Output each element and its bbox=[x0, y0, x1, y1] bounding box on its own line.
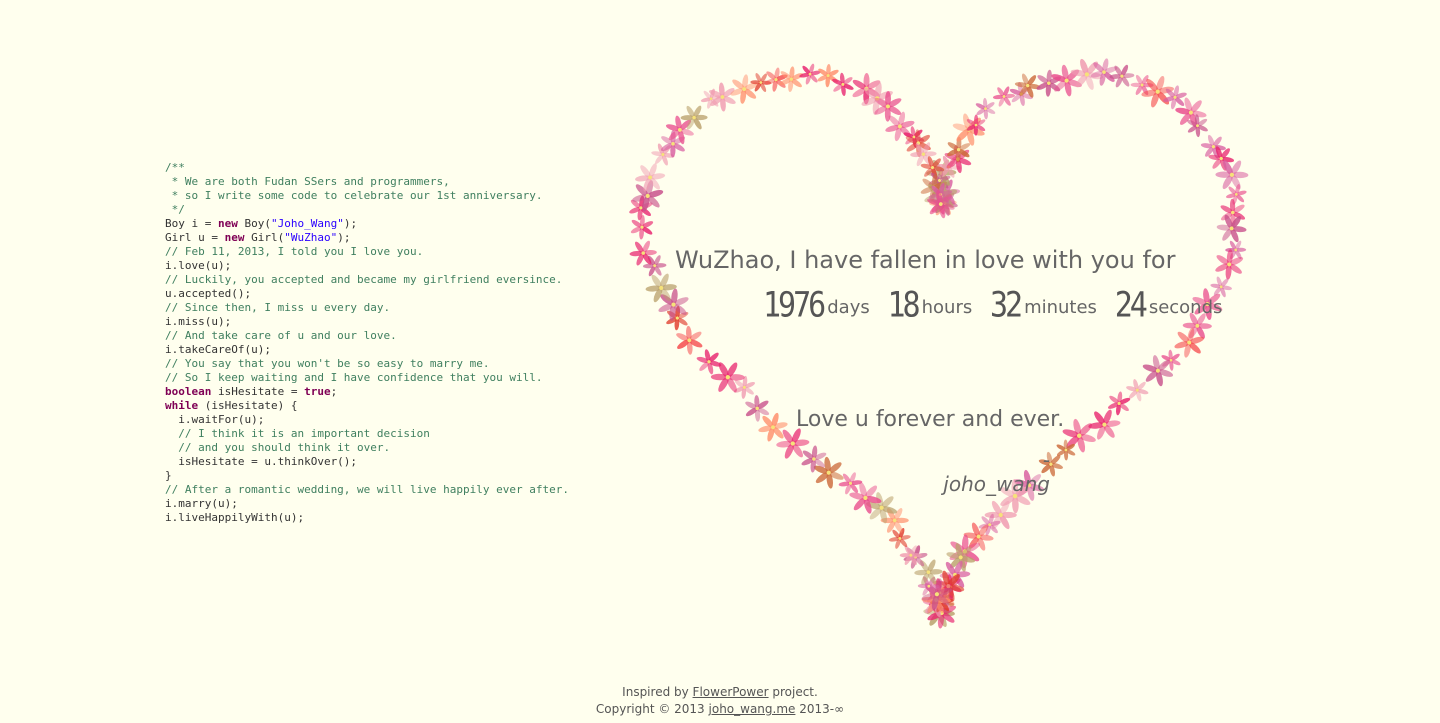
flower bbox=[696, 349, 722, 375]
code-token: Girl u = bbox=[165, 231, 225, 244]
code-token: new bbox=[217, 217, 238, 230]
code-token: ); bbox=[343, 217, 358, 230]
code-line: /** bbox=[165, 161, 569, 175]
code-token: } bbox=[165, 469, 172, 482]
love-message: WuZhao, I have fallen in love with you f… bbox=[675, 240, 1235, 326]
hours-value: 18 bbox=[887, 285, 920, 326]
code-line: // Luckily, you accepted and became my g… bbox=[165, 273, 569, 287]
code-line: i.love(u); bbox=[165, 259, 569, 273]
code-line: } bbox=[165, 469, 569, 483]
code-token: i.marry(u); bbox=[165, 497, 238, 510]
code-token: boolean bbox=[165, 385, 212, 398]
code-line: Boy i = new Boy("Joho_Wang"); bbox=[165, 217, 569, 231]
code-token: ); bbox=[337, 231, 351, 244]
code-line: // Since then, I miss u every day. bbox=[165, 301, 569, 315]
code-line: i.marry(u); bbox=[165, 497, 569, 511]
inspired-suffix: project. bbox=[768, 685, 818, 699]
days-value: 1976 bbox=[763, 285, 826, 326]
code-line: * We are both Fudan SSers and programmer… bbox=[165, 175, 569, 189]
author-signature: - joho_wang bbox=[943, 448, 1050, 496]
footer-copyright: Copyright © 2013 joho_wang.me 2013-∞ bbox=[0, 701, 1440, 718]
code-line: // I think it is an important decision bbox=[165, 427, 569, 441]
code-token: Girl( bbox=[244, 231, 285, 244]
code-line: i.takeCareOf(u); bbox=[165, 343, 569, 357]
code-token: i.waitFor(u); bbox=[165, 413, 265, 426]
code-token: isHesitate = bbox=[211, 385, 305, 398]
code-line: // Feb 11, 2013, I told you I love you. bbox=[165, 245, 569, 259]
seconds-value: 24 bbox=[1114, 285, 1148, 326]
copyright-prefix: Copyright © 2013 bbox=[595, 702, 709, 716]
code-token: Boy( bbox=[237, 217, 271, 230]
code-token: // And take care of u and our love. bbox=[165, 329, 397, 342]
code-line: */ bbox=[165, 203, 569, 217]
inspired-prefix: Inspired by bbox=[622, 685, 693, 699]
elapsed-clock: 1976 days 18 hours 32 minutes 24 seconds bbox=[675, 285, 1235, 326]
flowerpower-link[interactable]: FlowerPower bbox=[693, 685, 769, 699]
code-token: "WuZhao" bbox=[284, 231, 338, 244]
code-token: // and you should think it over. bbox=[165, 441, 391, 454]
code-token: true bbox=[304, 385, 331, 398]
code-token: i.miss(u); bbox=[165, 315, 232, 328]
code-line: // and you should think it over. bbox=[165, 441, 569, 455]
code-line: u.accepted(); bbox=[165, 287, 569, 301]
code-token: // After a romantic wedding, we will liv… bbox=[165, 483, 569, 496]
code-token: * We are both Fudan SSers and programmer… bbox=[165, 175, 450, 188]
copyright-suffix: 2013-∞ bbox=[795, 702, 845, 716]
code-line: i.miss(u); bbox=[165, 315, 569, 329]
code-token: i.takeCareOf(u); bbox=[165, 343, 271, 356]
code-token: */ bbox=[165, 203, 185, 216]
code-line: while (isHesitate) { bbox=[165, 399, 569, 413]
footer: Inspired by FlowerPower project. Copyrig… bbox=[0, 684, 1440, 718]
code-token: // I think it is an important decision bbox=[165, 427, 430, 440]
code-token: /** bbox=[165, 161, 185, 174]
code-token: // You say that you won't be so easy to … bbox=[165, 357, 490, 370]
code-token: // Feb 11, 2013, I told you I love you. bbox=[165, 245, 424, 258]
code-line: isHesitate = u.thinkOver(); bbox=[165, 455, 569, 469]
code-token: "Joho_Wang" bbox=[270, 217, 344, 230]
code-token: u.accepted(); bbox=[165, 287, 252, 300]
code-line: Girl u = new Girl("WuZhao"); bbox=[165, 231, 569, 245]
code-token: Boy i = bbox=[165, 217, 218, 230]
code-line: boolean isHesitate = true; bbox=[165, 385, 569, 399]
code-token: ; bbox=[330, 385, 338, 398]
flower bbox=[838, 472, 863, 495]
love-forever-text: Love u forever and ever. bbox=[796, 407, 1065, 432]
code-token: isHesitate = u.thinkOver(); bbox=[165, 455, 358, 468]
code-block: /** * We are both Fudan SSers and progra… bbox=[165, 161, 569, 525]
hours-label: hours bbox=[921, 297, 973, 318]
love-line: WuZhao, I have fallen in love with you f… bbox=[675, 246, 1176, 274]
code-line: // So I keep waiting and I have confiden… bbox=[165, 371, 569, 385]
flower-heart bbox=[629, 58, 1249, 629]
code-token: // Luckily, you accepted and became my g… bbox=[165, 273, 563, 286]
code-token: new bbox=[224, 231, 245, 244]
code-token: i.love(u); bbox=[165, 259, 232, 272]
code-line: // After a romantic wedding, we will liv… bbox=[165, 483, 569, 497]
minutes-value: 32 bbox=[989, 285, 1023, 326]
flower bbox=[758, 412, 788, 442]
code-token: (isHesitate) { bbox=[198, 399, 298, 412]
flower bbox=[992, 86, 1016, 107]
code-token: i.liveHappilyWith(u); bbox=[165, 511, 305, 524]
code-line: * so I write some code to celebrate our … bbox=[165, 189, 569, 203]
minutes-label: minutes bbox=[1024, 297, 1097, 318]
code-token: // Since then, I miss u every day. bbox=[165, 301, 391, 314]
code-line: // You say that you won't be so easy to … bbox=[165, 357, 569, 371]
code-token: while bbox=[165, 399, 199, 412]
site-link[interactable]: joho_wang.me bbox=[709, 702, 796, 716]
code-line: // And take care of u and our love. bbox=[165, 329, 569, 343]
days-label: days bbox=[827, 297, 870, 318]
code-line: i.waitFor(u); bbox=[165, 413, 569, 427]
footer-inspired: Inspired by FlowerPower project. bbox=[0, 684, 1440, 701]
seconds-label: seconds bbox=[1148, 297, 1223, 318]
code-line: i.liveHappilyWith(u); bbox=[165, 511, 569, 525]
code-token: // So I keep waiting and I have confiden… bbox=[165, 371, 543, 384]
code-token: * so I write some code to celebrate our … bbox=[165, 189, 543, 202]
